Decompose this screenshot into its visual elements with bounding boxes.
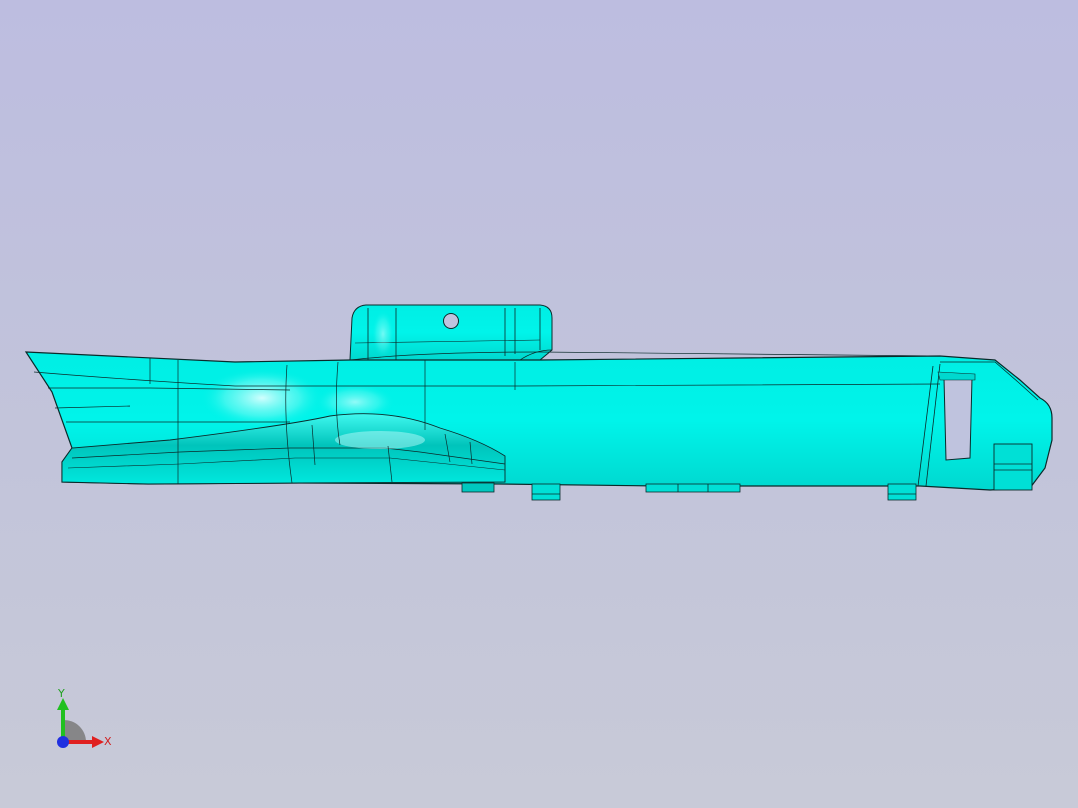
coordinate-triad: Y X xyxy=(57,687,112,748)
clip-2[interactable] xyxy=(531,483,561,501)
y-axis-label: Y xyxy=(57,687,65,700)
z-axis-dot xyxy=(57,736,69,748)
3d-model-part[interactable] xyxy=(0,0,1078,808)
window-cutout[interactable] xyxy=(943,377,973,461)
mounting-hole[interactable] xyxy=(443,313,459,329)
cad-3d-viewport[interactable]: Y X xyxy=(0,0,1078,808)
clip-4[interactable] xyxy=(887,483,917,501)
x-axis-label: X xyxy=(104,735,112,748)
x-axis-arrow-head xyxy=(92,736,104,748)
clip-3[interactable] xyxy=(645,483,741,493)
end-clip[interactable] xyxy=(993,443,1033,491)
clip-1[interactable] xyxy=(461,482,495,493)
